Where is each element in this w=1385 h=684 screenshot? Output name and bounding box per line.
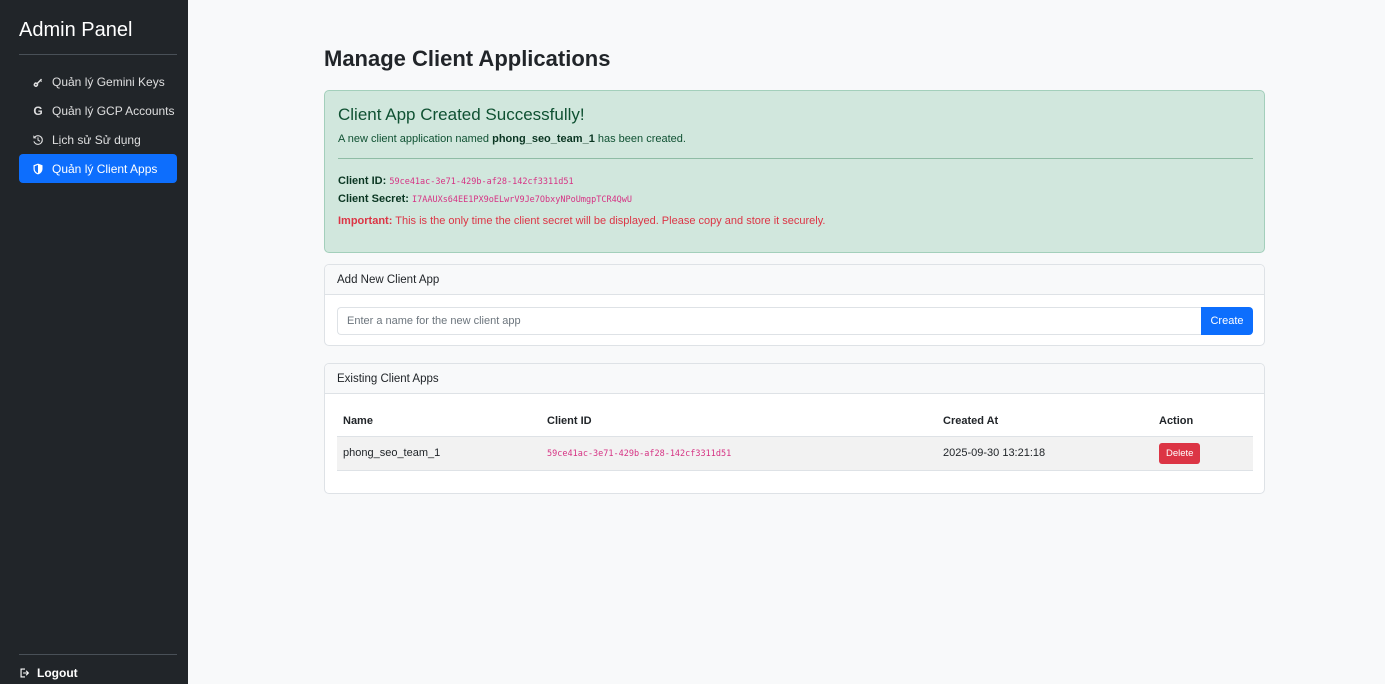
logout-icon bbox=[20, 668, 30, 678]
client-secret-row: Client Secret: I7AAUXs64EE1PX9oELwrV9Je7… bbox=[338, 193, 632, 205]
alert-divider bbox=[338, 158, 1253, 159]
sidebar-item-label: Lịch sử Sử dụng bbox=[52, 132, 141, 147]
sidebar-item-label: Quản lý GCP Accounts bbox=[52, 103, 175, 118]
table-row: phong_seo_team_1 59ce41ac-3e71-429b-af28… bbox=[337, 435, 1253, 471]
sidebar-divider bbox=[19, 654, 177, 655]
client-id-label: Client ID: bbox=[338, 175, 387, 187]
add-client-card: Add New Client App Create bbox=[324, 264, 1265, 346]
sidebar-item-label: Quản lý Client Apps bbox=[52, 161, 158, 176]
sidebar-title: Admin Panel bbox=[19, 19, 133, 41]
delete-button[interactable]: Delete bbox=[1159, 442, 1201, 464]
sidebar-item-gemini-keys[interactable]: Quản lý Gemini Keys bbox=[19, 67, 177, 96]
add-client-header: Add New Client App bbox=[325, 265, 1264, 295]
alert-heading: Client App Created Successfully! bbox=[338, 105, 585, 124]
google-icon: G bbox=[33, 103, 43, 118]
logout-link[interactable]: Logout bbox=[19, 666, 78, 680]
history-icon bbox=[30, 134, 46, 146]
cell-client-id-code: 59ce41ac-3e71-429b-af28-142cf3311d51 bbox=[547, 449, 732, 459]
sidebar-item-label: Quản lý Gemini Keys bbox=[52, 74, 165, 89]
alert-message-suffix: has been created. bbox=[597, 133, 686, 145]
column-header-name: Name bbox=[343, 414, 373, 427]
column-header-client-id: Client ID bbox=[547, 414, 592, 427]
sidebar-divider bbox=[19, 54, 177, 55]
client-id-value[interactable]: 59ce41ac-3e71-429b-af28-142cf3311d51 bbox=[389, 177, 573, 187]
existing-clients-card: Existing Client Apps Name Client ID Crea… bbox=[324, 363, 1265, 494]
create-button[interactable]: Create bbox=[1201, 307, 1253, 335]
sidebar-nav: Quản lý Gemini Keys G Quản lý GCP Accoun… bbox=[19, 67, 177, 183]
client-name-input[interactable] bbox=[337, 307, 1201, 335]
client-secret-label: Client Secret: bbox=[338, 193, 409, 205]
cell-client-id: 59ce41ac-3e71-429b-af28-142cf3311d51 bbox=[541, 435, 937, 471]
cell-action: Delete bbox=[1153, 435, 1253, 471]
add-client-form: Create bbox=[337, 307, 1253, 335]
existing-clients-header: Existing Client Apps bbox=[325, 364, 1264, 394]
cell-created-at: 2025-09-30 13:21:18 bbox=[937, 435, 1153, 471]
client-id-row: Client ID: 59ce41ac-3e71-429b-af28-142cf… bbox=[338, 175, 574, 187]
shield-icon bbox=[30, 163, 46, 175]
important-label: Important: bbox=[338, 215, 393, 227]
important-text: This is the only time the client secret … bbox=[395, 215, 826, 227]
important-note: Important: This is the only time the cli… bbox=[338, 215, 825, 227]
logout-label: Logout bbox=[37, 666, 78, 680]
main-content: Manage Client Applications Client App Cr… bbox=[188, 0, 1385, 684]
sidebar: Admin Panel Quản lý Gemini Keys G Quản l… bbox=[0, 0, 188, 684]
sidebar-item-client-apps[interactable]: Quản lý Client Apps bbox=[19, 154, 177, 183]
sidebar-item-gcp-accounts[interactable]: G Quản lý GCP Accounts bbox=[19, 96, 177, 125]
client-secret-value[interactable]: I7AAUXs64EE1PX9oELwrV9Je7ObxyNPoUmgpTCR4… bbox=[412, 195, 632, 205]
success-alert: Client App Created Successfully! A new c… bbox=[324, 90, 1265, 253]
clients-table: Name Client ID Created At Action phong_s… bbox=[337, 406, 1253, 471]
alert-message: A new client application named phong_seo… bbox=[338, 133, 686, 145]
key-icon bbox=[30, 76, 46, 88]
cell-name: phong_seo_team_1 bbox=[337, 435, 541, 471]
table-header-row: Name Client ID Created At Action bbox=[337, 406, 1253, 436]
sidebar-item-usage-history[interactable]: Lịch sử Sử dụng bbox=[19, 125, 177, 154]
column-header-action: Action bbox=[1159, 414, 1194, 427]
page-title: Manage Client Applications bbox=[324, 46, 611, 71]
alert-app-name: phong_seo_team_1 bbox=[492, 133, 595, 145]
alert-message-prefix: A new client application named bbox=[338, 133, 490, 145]
column-header-created-at: Created At bbox=[943, 414, 999, 427]
